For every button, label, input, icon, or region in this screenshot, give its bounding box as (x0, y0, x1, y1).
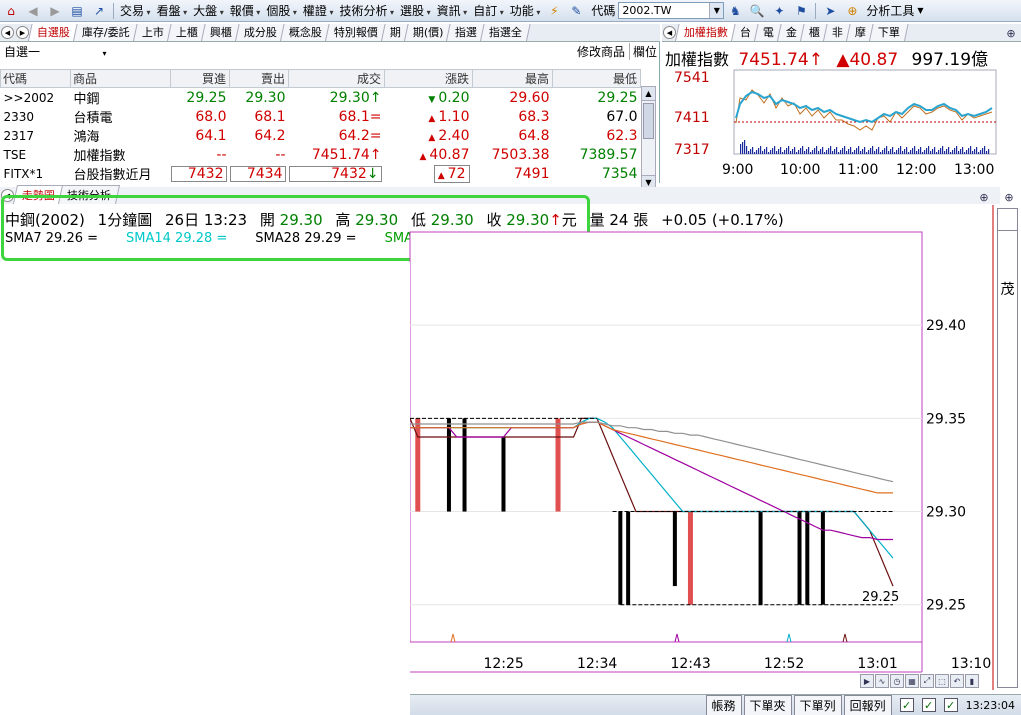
price-bar (797, 511, 802, 605)
blank-area (0, 262, 410, 715)
x-tick-label: 13:01 (857, 656, 897, 672)
grid-icon[interactable]: ▦ (905, 674, 919, 688)
chart-tools: ▶ ∿ ◷ ▦ ⤢ ⬚ ↶ ▮ (860, 674, 980, 690)
status-buttons: 帳務 下單夾 下單列 回報列 (704, 694, 892, 715)
undo-icon[interactable]: ↶ (950, 674, 964, 688)
side-panel-label: 茂 (1000, 282, 1015, 298)
status-button[interactable]: 下單夾 (743, 694, 792, 715)
price-bar (805, 511, 810, 605)
side-panel: 茂 (997, 208, 1018, 688)
status-button[interactable]: 下單列 (793, 694, 842, 715)
y-tick-label: 29.40 (926, 318, 966, 334)
status-clock: 13:23:04 (965, 698, 1015, 712)
price-bar (555, 418, 561, 512)
price-bar (446, 418, 451, 512)
y-tick-label: 29.25 (926, 598, 966, 614)
scroll-right-icon[interactable]: ▶ (860, 674, 874, 688)
price-bar (618, 511, 623, 605)
y-tick-label: 29.35 (926, 411, 966, 427)
price-bar (820, 511, 825, 605)
x-tick-label: 12:34 (577, 656, 617, 672)
price-bar (687, 511, 693, 605)
x-tick-label: 12:52 (764, 656, 804, 672)
line-tool-icon[interactable]: ∿ (875, 674, 889, 688)
price-bar (626, 511, 631, 605)
price-bar (501, 437, 506, 512)
check-icon[interactable]: ✓ (943, 698, 958, 712)
status-button[interactable]: 帳務 (705, 694, 742, 715)
chart-y-ticks: 29.40 29.35 29.30 29.25 (926, 318, 966, 614)
select-icon[interactable]: ⬚ (935, 674, 949, 688)
price-bar (672, 511, 677, 587)
price-bar (462, 418, 467, 512)
x-tick-label: 13:10 (951, 656, 991, 672)
volume-icon[interactable]: ▮ (965, 674, 979, 688)
y-tick-label: 29.30 (926, 505, 966, 521)
x-tick-label: 12:43 (670, 656, 710, 672)
period-icon[interactable]: ◷ (890, 674, 904, 688)
zoom-out-icon[interactable]: ⤢ (920, 674, 934, 688)
check-icon[interactable]: ✓ (899, 698, 914, 712)
side-panel-tab[interactable] (998, 209, 1017, 231)
status-bar: 帳務 下單夾 下單列 回報列 ✓ ✓ ✓ 13:23:04 (410, 694, 1021, 715)
x-tick-label: 12:25 (483, 656, 523, 672)
price-bar (758, 511, 763, 605)
check-icon[interactable]: ✓ (921, 698, 936, 712)
status-button[interactable]: 回報列 (843, 694, 892, 715)
last-price-label: 29.25 (862, 590, 899, 605)
chart-x-ticks: 12:25 12:34 12:43 12:52 13:01 13:10 (483, 656, 991, 672)
